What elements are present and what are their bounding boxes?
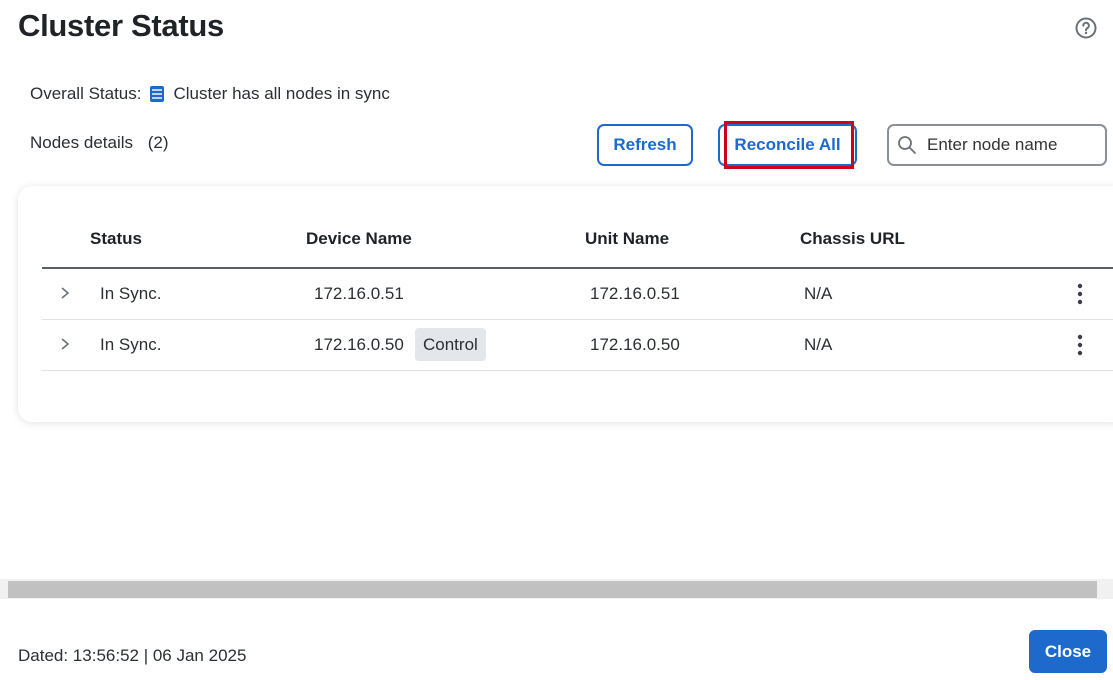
control-badge: Control — [415, 328, 486, 361]
column-header-status[interactable]: Status — [90, 229, 142, 249]
nodes-details-label: Nodes details — [30, 133, 134, 152]
row-status: In Sync. — [100, 335, 162, 354]
overall-status-text: Cluster has all nodes in sync — [173, 84, 390, 103]
horizontal-scrollbar-thumb[interactable] — [8, 581, 1097, 598]
page-title: Cluster Status — [18, 8, 224, 43]
cluster-sync-icon — [149, 86, 164, 102]
column-header-unit-name[interactable]: Unit Name — [585, 229, 669, 249]
refresh-button[interactable]: Refresh — [597, 124, 693, 166]
overall-status: Overall Status: Cluster has all nodes in… — [30, 84, 390, 104]
dated-timestamp: Dated: 13:56:52 | 06 Jan 2025 — [18, 646, 247, 665]
table-row: In Sync. 172.16.0.50 Control 172.16.0.50… — [42, 320, 1113, 371]
nodes-details: Nodes details (2) — [30, 133, 169, 153]
row-device-name: 172.16.0.51 — [314, 284, 404, 303]
column-header-device-name[interactable]: Device Name — [306, 229, 412, 249]
chevron-right-icon[interactable] — [58, 285, 72, 301]
close-button[interactable]: Close — [1029, 630, 1107, 673]
row-chassis-url: N/A — [804, 284, 833, 303]
overall-status-label: Overall Status: — [30, 84, 142, 103]
nodes-table-card: Status Device Name Unit Name Chassis URL… — [18, 186, 1113, 422]
reconcile-all-button[interactable]: Reconcile All — [718, 124, 857, 166]
search-icon — [898, 136, 916, 154]
more-options-icon[interactable] — [1074, 333, 1086, 357]
table-header: Status Device Name Unit Name Chassis URL — [42, 186, 1113, 269]
node-search[interactable] — [887, 124, 1107, 166]
more-options-icon[interactable] — [1074, 282, 1086, 306]
table-row: In Sync. 172.16.0.51 172.16.0.51 N/A — [42, 269, 1113, 320]
chevron-right-icon[interactable] — [58, 336, 72, 352]
row-unit-name: 172.16.0.50 — [590, 335, 680, 354]
cluster-status-dialog: Cluster Status Overall Status: Cluster h… — [0, 0, 1113, 680]
row-status: In Sync. — [100, 284, 162, 303]
column-header-chassis-url[interactable]: Chassis URL — [800, 229, 905, 249]
row-device-name: 172.16.0.50 — [314, 335, 404, 354]
nodes-count: (2) — [147, 133, 169, 152]
row-chassis-url: N/A — [804, 335, 833, 354]
search-input[interactable] — [927, 135, 1097, 155]
row-unit-name: 172.16.0.51 — [590, 284, 680, 303]
help-icon[interactable] — [1075, 17, 1097, 39]
